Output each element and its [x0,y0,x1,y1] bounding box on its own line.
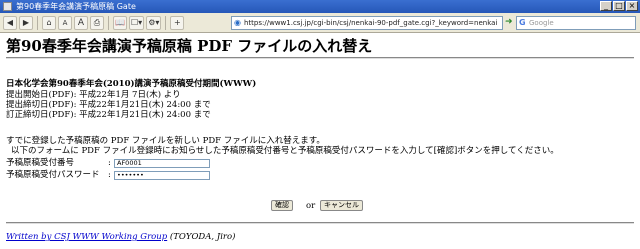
close-button[interactable]: × [626,1,638,11]
toolbar-divider [37,15,38,30]
toolbar-divider [165,15,167,30]
instruction-text-2: 以下のフォームに PDF ファイル登録時にお知らせした予稿原稿受付番号と予稿原稿… [11,146,559,156]
submission-start: 提出開始日(PDF): 平成22年1月 7日(木) より [6,90,181,100]
forward-icon[interactable]: ▶ [19,15,33,30]
correction-deadline: 訂正締切日(PDF): 平成22年1月21日(木) 24:00 まで [6,110,211,120]
window-titlebar: 第90春季年会講演予稿原稿 Gate _ □ × [0,0,640,13]
footer-author: (TOYODA, Jiro) [169,232,236,242]
address-bar[interactable]: ◉ https://www1.csj.jp/cgi-bin/csj/nenkai… [231,16,503,30]
add-tab-icon[interactable]: + [170,15,185,30]
search-engine-icon: G [519,18,526,27]
address-text: https://www1.csj.jp/cgi-bin/csj/nenkai-9… [244,19,498,27]
footer: Written by CSJ WWW Working Group (TOYODA… [6,232,235,242]
password-label: 予稿原稿受付パスワード [6,170,100,180]
receipt-number-label: 予稿原稿受付番号 [6,158,75,168]
search-input[interactable]: G Google [516,16,636,30]
or-text: or [306,201,316,211]
app-icon [3,2,12,11]
site-icon: ◉ [234,18,241,27]
password-colon: : [108,170,111,180]
font-increase-icon[interactable]: A [74,15,88,30]
cancel-button[interactable]: キャンセル [320,200,363,211]
toolbar-divider [108,15,109,30]
receipt-number-colon: : [108,158,111,168]
tools-menu-icon[interactable]: ⚙▾ [146,15,162,30]
browser-toolbar: ◀ ▶ ⌂ A A ⎙ 📖 ☐▾ ⚙▾ + ◉ https://www1.csj… [0,13,640,33]
confirm-button[interactable]: 確認 [271,200,293,211]
minimize-button[interactable]: _ [600,1,612,11]
password-input[interactable]: ••••••• [114,171,210,180]
page-menu-icon[interactable]: ☐▾ [129,15,145,30]
title-divider [6,57,634,59]
instruction-text: すでに登録した予稿原稿の PDF ファイルを新しい PDF ファイルに入れ替えま… [6,136,325,146]
home-icon[interactable]: ⌂ [42,15,56,30]
footer-divider [6,222,634,224]
window-controls: _ □ × [600,1,638,11]
maximize-button[interactable]: □ [613,1,625,11]
receipt-number-input[interactable]: AF0001 [114,159,210,168]
search-placeholder: Google [529,19,554,27]
period-title: 日本化学会第90春季年会(2010)講演予稿原稿受付期間(WWW) [6,79,257,89]
print-icon[interactable]: ⎙ [90,15,104,30]
font-decrease-icon[interactable]: A [58,15,72,30]
go-icon[interactable]: ➜ [505,17,513,27]
back-icon[interactable]: ◀ [3,15,17,30]
submission-deadline: 提出締切日(PDF): 平成22年1月21日(木) 24:00 まで [6,100,211,110]
window-title: 第90春季年会講演予稿原稿 Gate [16,2,136,11]
page-title: 第90春季年会講演予稿原稿 PDF ファイルの入れ替え [6,37,373,55]
footer-link[interactable]: Written by CSJ WWW Working Group [6,232,167,242]
bookmark-icon[interactable]: 📖 [113,15,127,30]
